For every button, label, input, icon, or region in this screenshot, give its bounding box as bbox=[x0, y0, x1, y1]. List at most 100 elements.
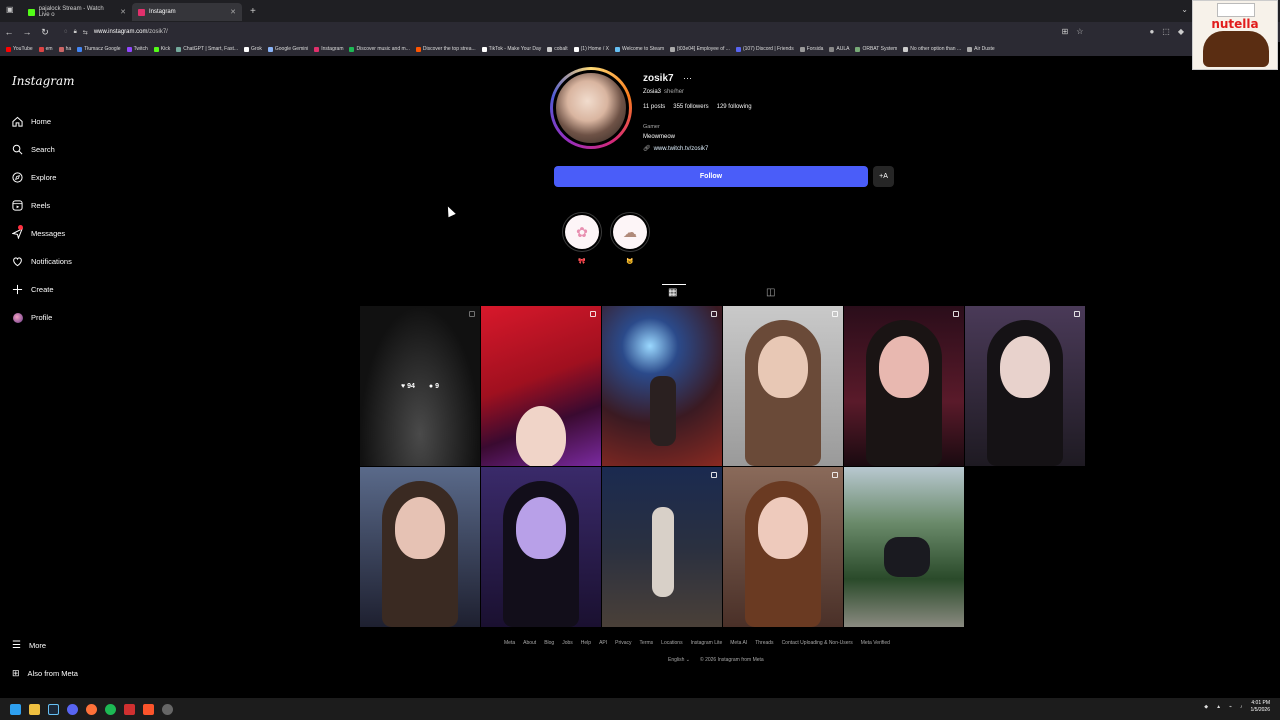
bookmark-item[interactable]: ha bbox=[58, 46, 71, 52]
profile-link[interactable]: 🔗︎ www.twitch.tv/zosik7 bbox=[643, 145, 709, 153]
permissions-icon[interactable]: ⇆ bbox=[83, 29, 88, 36]
bookmark-item[interactable]: Tłumacz Google bbox=[77, 46, 121, 52]
profile-link-text[interactable]: www.twitch.tv/zosik7 bbox=[654, 146, 709, 152]
bookmark-item[interactable]: em bbox=[38, 46, 53, 52]
post-thumbnail[interactable] bbox=[844, 467, 964, 627]
firefox-icon[interactable] bbox=[86, 703, 97, 715]
sidebar-item-search[interactable]: Search bbox=[12, 144, 55, 155]
steam-icon[interactable] bbox=[48, 703, 59, 715]
story-highlight[interactable]: ☁ bbox=[610, 212, 650, 252]
bookmark-item[interactable]: Instagram bbox=[314, 46, 343, 52]
followers-count[interactable]: 355 followers bbox=[673, 104, 708, 110]
bookmark-item[interactable]: Air Duste bbox=[967, 46, 995, 52]
tab-overflow-chevron-icon[interactable]: ⌄ bbox=[1181, 5, 1188, 14]
bookmark-item[interactable]: YouTube bbox=[6, 46, 33, 52]
sidebar-item-also-from-meta[interactable]: ⊞ Also from Meta bbox=[12, 668, 78, 679]
post-thumbnail[interactable] bbox=[723, 306, 843, 466]
bookmark-item[interactable]: (107) Discord | Friends bbox=[735, 46, 794, 52]
story-highlight[interactable]: ✿ bbox=[562, 212, 602, 252]
footer-link[interactable]: Help bbox=[581, 640, 591, 646]
sidebar-item-notifications[interactable]: Notifications bbox=[12, 256, 72, 267]
sidebar-item-home[interactable]: Home bbox=[12, 116, 51, 127]
footer-link[interactable]: Terms bbox=[640, 640, 654, 646]
spotify-icon[interactable] bbox=[105, 703, 116, 715]
bookmark-item[interactable]: Kick bbox=[153, 46, 170, 52]
network-icon[interactable]: ⌁ bbox=[1229, 704, 1232, 710]
bookmark-item[interactable]: Google Gemini bbox=[267, 46, 308, 52]
footer-link[interactable]: Contact Uploading & Non-Users bbox=[782, 640, 853, 646]
browser-tab-instagram[interactable]: Instagram ✕ bbox=[132, 3, 242, 21]
bookmark-item[interactable]: ChatGPT | Smart, Fast... bbox=[176, 46, 238, 52]
suggested-accounts-button[interactable]: +A bbox=[873, 166, 894, 187]
post-thumbnail[interactable] bbox=[965, 306, 1085, 466]
back-button[interactable]: ← bbox=[0, 27, 18, 37]
more-options-icon[interactable]: ··· bbox=[683, 73, 692, 83]
instagram-logo[interactable]: Instagram bbox=[12, 74, 75, 88]
post-thumbnail[interactable] bbox=[844, 306, 964, 466]
footer-link[interactable]: Meta bbox=[504, 640, 515, 646]
sidebar-item-more[interactable]: ☰ More bbox=[12, 640, 46, 651]
bookmark-item[interactable]: Discover music and m... bbox=[349, 46, 410, 52]
clock[interactable]: 4:01 PM 1/5/2026 bbox=[1251, 700, 1270, 714]
post-thumbnail[interactable] bbox=[602, 467, 722, 627]
brave-icon[interactable] bbox=[143, 703, 154, 715]
reload-button[interactable]: ↻ bbox=[36, 27, 54, 38]
extension-icon[interactable]: ● bbox=[1149, 27, 1154, 36]
translate-icon[interactable]: ⊞ bbox=[1062, 27, 1069, 36]
bookmark-item[interactable]: ORBAT System bbox=[855, 46, 897, 52]
post-thumbnail[interactable] bbox=[360, 467, 480, 627]
windows-start-icon[interactable] bbox=[10, 703, 21, 715]
footer-link[interactable]: Meta Verified bbox=[861, 640, 890, 646]
footer-link[interactable]: Instagram Lite bbox=[691, 640, 723, 646]
shield-icon[interactable]: ◌ bbox=[64, 29, 68, 35]
volume-icon[interactable]: ♪ bbox=[1240, 704, 1243, 710]
bookmark-item[interactable]: Twitch bbox=[126, 46, 148, 52]
language-selector[interactable]: English ⌄ bbox=[668, 657, 690, 663]
bookmark-item[interactable]: Welcome to Steam bbox=[614, 46, 664, 52]
footer-link[interactable]: Locations bbox=[661, 640, 682, 646]
footer-link[interactable]: Meta AI bbox=[730, 640, 747, 646]
post-thumbnail[interactable] bbox=[602, 306, 722, 466]
footer-link[interactable]: API bbox=[599, 640, 607, 646]
footer-link[interactable]: Jobs bbox=[562, 640, 573, 646]
tab-list-icon[interactable]: ▣ bbox=[6, 5, 14, 14]
sidebar-item-messages[interactable]: Messages bbox=[12, 225, 65, 239]
footer-link[interactable]: Threads bbox=[755, 640, 773, 646]
lock-icon[interactable]: 🔒︎ bbox=[74, 29, 77, 36]
forward-button[interactable]: → bbox=[18, 27, 36, 37]
close-tab-icon[interactable]: ✕ bbox=[230, 8, 236, 16]
address-bar[interactable]: ◌ 🔒︎ ⇆ www.instagram.com/zosik7/ bbox=[64, 29, 168, 36]
sidebar-item-explore[interactable]: Explore bbox=[12, 172, 56, 183]
new-tab-button[interactable]: + bbox=[250, 6, 256, 17]
bookmark-item[interactable]: Forsida bbox=[799, 46, 823, 52]
close-tab-icon[interactable]: ✕ bbox=[120, 8, 126, 16]
discord-icon[interactable] bbox=[67, 703, 78, 715]
post-thumbnail[interactable] bbox=[481, 467, 601, 627]
tray-icon[interactable]: ▲ bbox=[1216, 704, 1221, 710]
post-thumbnail[interactable]: ♥ 94 ● 9 bbox=[360, 306, 480, 466]
bookmark-item[interactable]: [t03e04] Employee of ... bbox=[670, 46, 730, 52]
following-count[interactable]: 129 following bbox=[717, 104, 752, 110]
bookmark-star-icon[interactable]: ☆ bbox=[1076, 27, 1083, 36]
settings-gear-icon[interactable] bbox=[162, 703, 173, 715]
profile-avatar[interactable] bbox=[550, 67, 632, 149]
bookmark-item[interactable]: cobalt bbox=[547, 46, 568, 52]
app-icon[interactable] bbox=[124, 703, 135, 715]
sidebar-item-reels[interactable]: Reels bbox=[12, 200, 50, 211]
footer-link[interactable]: Privacy bbox=[615, 640, 631, 646]
tab-posts-grid-icon[interactable]: ▦ bbox=[668, 287, 677, 298]
browser-tab-kick[interactable]: pajalock Stream - Watch Live o ✕ bbox=[22, 3, 132, 21]
bookmark-item[interactable]: No other option than ... bbox=[903, 46, 961, 52]
tray-icon[interactable]: ◆ bbox=[1204, 704, 1208, 710]
bookmark-item[interactable]: TikTok - Make Your Day bbox=[481, 46, 541, 52]
post-thumbnail[interactable] bbox=[723, 467, 843, 627]
bookmark-item[interactable]: (1) Home / X bbox=[573, 46, 609, 52]
sidebar-item-create[interactable]: Create bbox=[12, 284, 54, 295]
sidebar-item-profile[interactable]: Profile bbox=[12, 312, 52, 323]
extension-icon[interactable]: ◆ bbox=[1178, 27, 1184, 36]
tab-tagged-icon[interactable]: ◫ bbox=[766, 287, 775, 298]
bookmark-item[interactable]: Discover the top strea... bbox=[415, 46, 476, 52]
bookmark-item[interactable]: AULA bbox=[829, 46, 849, 52]
post-thumbnail[interactable] bbox=[481, 306, 601, 466]
footer-link[interactable]: About bbox=[523, 640, 536, 646]
